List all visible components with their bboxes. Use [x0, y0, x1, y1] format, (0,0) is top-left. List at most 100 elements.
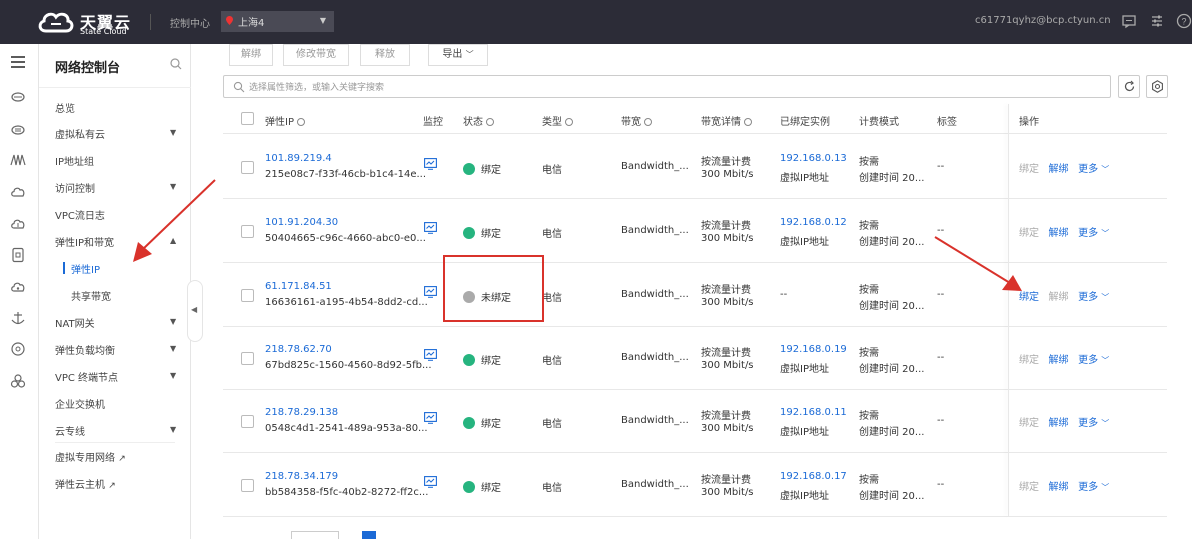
export-button[interactable]: 导出 ﹀ — [428, 44, 488, 66]
eip-address-link[interactable]: 218.78.62.70 — [265, 344, 332, 355]
settings-sliders-icon[interactable] — [1149, 13, 1165, 29]
sidebar-item-ip-group[interactable]: IP地址组 — [55, 153, 94, 168]
more-dropdown[interactable]: 更多 ﹀ — [1078, 482, 1109, 493]
sidebar-item-vpc-flow-log[interactable]: VPC流日志 — [55, 207, 105, 222]
column-header-type[interactable]: 类型 — [542, 113, 573, 128]
caret-down-icon[interactable]: ▼ — [170, 317, 176, 326]
sidebar-item-vpc[interactable]: 虚拟私有云 — [55, 126, 105, 141]
monitor-chart-icon[interactable] — [424, 158, 437, 170]
sidebar-item-elb[interactable]: 弹性负载均衡 — [55, 342, 115, 357]
bound-instance-link[interactable]: 192.168.0.17 — [780, 471, 847, 482]
page-size-select[interactable] — [291, 531, 339, 539]
bound-instance-link[interactable]: 192.168.0.19 — [780, 344, 847, 355]
region-selector[interactable]: 上海4 ▼ — [221, 11, 334, 32]
bind-link[interactable]: 绑定 — [1019, 228, 1039, 239]
logo[interactable]: 天翼云 State Cloud — [36, 6, 152, 38]
bound-instance-link[interactable]: 192.168.0.11 — [780, 407, 847, 418]
bind-link[interactable]: 绑定 — [1019, 292, 1039, 303]
unbind-link[interactable]: 解绑 — [1049, 482, 1069, 493]
sidebar-item-overview[interactable]: 总览 — [55, 100, 75, 115]
database-icon[interactable] — [10, 247, 26, 263]
monitor-chart-icon[interactable] — [424, 412, 437, 424]
more-dropdown[interactable]: 更多 ﹀ — [1078, 228, 1109, 239]
bind-link[interactable]: 绑定 — [1019, 482, 1039, 493]
search-input[interactable]: 选择属性筛选，或输入关键字搜索 — [223, 75, 1111, 98]
row-checkbox[interactable] — [241, 289, 254, 302]
row-checkbox[interactable] — [241, 479, 254, 492]
sidebar-item-shared-bandwidth[interactable]: 共享带宽 — [71, 288, 111, 303]
cluster-icon[interactable] — [10, 373, 26, 389]
monitor-wave-icon[interactable] — [10, 152, 26, 168]
unbind-link[interactable]: 解绑 — [1049, 418, 1069, 429]
monitor-chart-icon[interactable] — [424, 476, 437, 488]
caret-down-icon[interactable]: ▼ — [170, 371, 176, 380]
sidebar-item-nat[interactable]: NAT网关 — [55, 315, 95, 330]
unbind-button[interactable]: 解绑 — [229, 44, 273, 66]
modify-bandwidth-button[interactable]: 修改带宽 — [283, 44, 349, 66]
cloud-storage-icon[interactable] — [10, 279, 26, 295]
unbind-link[interactable]: 解绑 — [1049, 292, 1069, 303]
cloud-upload-icon[interactable] — [10, 216, 26, 232]
caret-down-icon[interactable]: ▼ — [170, 128, 176, 137]
unbind-link[interactable]: 解绑 — [1049, 355, 1069, 366]
sidebar-item-eip[interactable]: 弹性IP — [71, 261, 100, 276]
select-all-checkbox[interactable] — [241, 112, 254, 125]
eip-address-link[interactable]: 218.78.29.138 — [265, 407, 338, 418]
search-icon[interactable] — [169, 57, 183, 71]
caret-down-icon[interactable]: ▼ — [170, 425, 176, 434]
bind-link[interactable]: 绑定 — [1019, 164, 1039, 175]
chevron-down-icon: ﹀ — [1101, 229, 1110, 238]
help-icon[interactable]: ? — [1176, 13, 1192, 29]
message-icon[interactable] — [1121, 13, 1137, 29]
more-dropdown[interactable]: 更多 ﹀ — [1078, 418, 1109, 429]
sidebar-item-eip-bandwidth[interactable]: 弹性IP和带宽 — [55, 234, 114, 249]
table-settings-button[interactable] — [1146, 75, 1168, 98]
column-header-bandwidth-detail[interactable]: 带宽详情 — [701, 113, 752, 128]
security-icon[interactable] — [10, 341, 26, 357]
more-dropdown[interactable]: 更多 ﹀ — [1078, 164, 1109, 175]
eip-address-link[interactable]: 61.171.84.51 — [265, 281, 332, 292]
more-dropdown[interactable]: 更多 ﹀ — [1078, 355, 1109, 366]
more-dropdown[interactable]: 更多 ﹀ — [1078, 292, 1109, 303]
sidebar-item-direct-connect[interactable]: 云专线 — [55, 423, 85, 438]
column-header-eip[interactable]: 弹性IP — [265, 113, 305, 128]
page-number-button[interactable] — [362, 531, 376, 539]
unbind-link[interactable]: 解绑 — [1049, 228, 1069, 239]
row-checkbox[interactable] — [241, 161, 254, 174]
row-checkbox[interactable] — [241, 352, 254, 365]
refresh-button[interactable] — [1118, 75, 1140, 98]
sidebar-item-vpn[interactable]: 虚拟专用网络 ↗ — [55, 449, 126, 464]
sidebar-item-access-control[interactable]: 访问控制 — [55, 180, 95, 195]
caret-down-icon[interactable]: ▼ — [170, 344, 176, 353]
caret-up-icon[interactable]: ▲ — [170, 236, 176, 245]
bound-instance-link[interactable]: 192.168.0.13 — [780, 153, 847, 164]
column-header-status[interactable]: 状态 — [463, 113, 494, 128]
eip-address-link[interactable]: 218.78.34.179 — [265, 471, 338, 482]
sidebar-collapse-handle[interactable]: ◀ — [187, 280, 203, 342]
sidebar-item-switch[interactable]: 企业交换机 — [55, 396, 105, 411]
bind-link[interactable]: 绑定 — [1019, 355, 1039, 366]
cloud-icon[interactable] — [10, 184, 26, 200]
unbind-link[interactable]: 解绑 — [1049, 164, 1069, 175]
caret-down-icon[interactable]: ▼ — [170, 182, 176, 191]
eip-address-link[interactable]: 101.89.219.4 — [265, 153, 332, 164]
monitor-chart-icon[interactable] — [424, 222, 437, 234]
eip-address-link[interactable]: 101.91.204.30 — [265, 217, 338, 228]
row-checkbox[interactable] — [241, 225, 254, 238]
sidebar-item-vpc-endpoint[interactable]: VPC 终端节点 — [55, 369, 118, 384]
bind-link[interactable]: 绑定 — [1019, 418, 1039, 429]
sidebar-item-ecs[interactable]: 弹性云主机 ↗ — [55, 476, 116, 491]
status-label: 绑定 — [481, 229, 501, 240]
cloud-service-icon[interactable] — [10, 88, 26, 104]
menu-icon[interactable] — [10, 54, 26, 70]
network-icon[interactable] — [10, 121, 26, 137]
user-account[interactable]: c61771qyhz@bcp.ctyun.cn — [975, 15, 1111, 26]
release-button[interactable]: 释放 — [360, 44, 410, 66]
column-header-bandwidth[interactable]: 带宽 — [621, 113, 652, 128]
monitor-chart-icon[interactable] — [424, 349, 437, 361]
anchor-icon[interactable] — [10, 310, 26, 326]
console-link[interactable]: 控制中心 — [170, 15, 210, 30]
monitor-chart-icon[interactable] — [424, 286, 437, 298]
bound-instance-link[interactable]: 192.168.0.12 — [780, 217, 847, 228]
row-checkbox[interactable] — [241, 415, 254, 428]
